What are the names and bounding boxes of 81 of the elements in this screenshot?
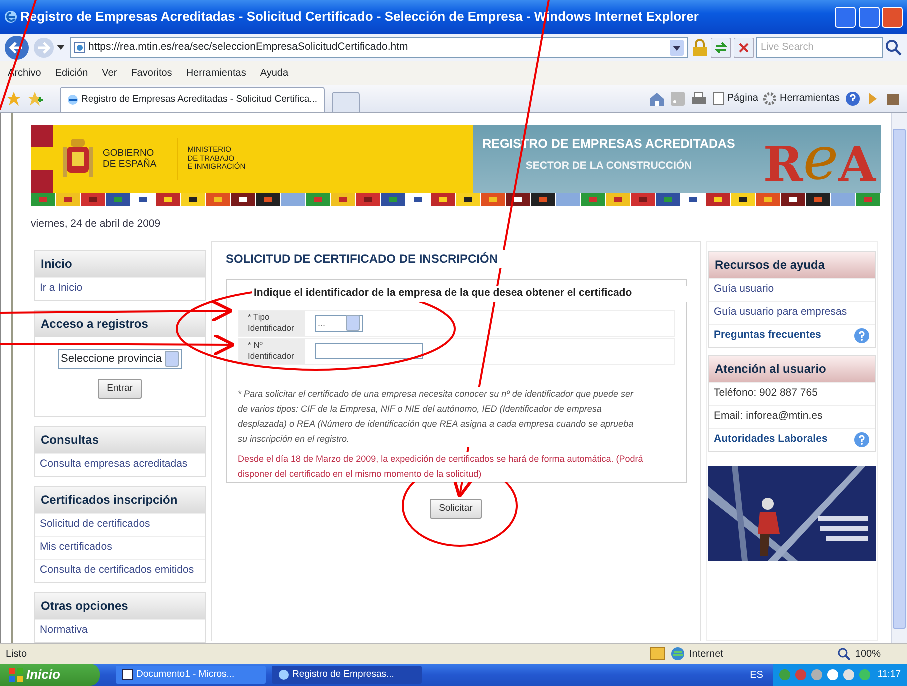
address-field[interactable]: https://rea.mtin.es/rea/sec/seleccionEmpresaSolicitudCertificado.htm xyxy=(70,37,688,58)
sidebar-link[interactable]: Consulta de certificados emitidos xyxy=(40,563,194,580)
section-heading: Consultas xyxy=(41,432,100,450)
menu-item[interactable]: Herramientas xyxy=(186,66,246,80)
tray-icon[interactable] xyxy=(843,669,856,681)
zoom-icon xyxy=(838,648,850,660)
browser-icon xyxy=(278,669,290,681)
document-icon xyxy=(122,669,134,681)
sidebar-link[interactable]: Guía usuario para empresas xyxy=(714,305,848,321)
section-heading: Inicio xyxy=(41,256,72,273)
browser-icon xyxy=(4,10,18,24)
clock: 11:17 xyxy=(878,668,901,682)
globe-icon xyxy=(670,647,684,661)
scrollbar[interactable] xyxy=(891,113,907,643)
help-icon[interactable] xyxy=(845,90,861,106)
contact-info: Email: inforea@mtin.es xyxy=(714,409,823,424)
feed-icon[interactable] xyxy=(670,92,685,106)
stop-icon[interactable] xyxy=(734,38,754,58)
dropdown-icon[interactable] xyxy=(670,40,684,56)
menu-item[interactable]: Ayuda xyxy=(260,66,289,80)
page-menu-button[interactable]: Página xyxy=(712,91,758,106)
zoom-level[interactable]: 100% xyxy=(855,646,881,662)
menu-item[interactable]: Ver xyxy=(102,66,118,80)
section-heading: Recursos de ayuda xyxy=(715,257,826,274)
tools-menu-button[interactable]: Herramientas xyxy=(763,91,840,106)
page-icon xyxy=(74,42,86,54)
dropdown-icon[interactable] xyxy=(57,44,65,50)
back-icon[interactable] xyxy=(4,34,30,60)
taskbar-button[interactable]: Documento1 - Micros... xyxy=(116,666,266,684)
refresh-icon[interactable] xyxy=(711,38,731,58)
help-icon[interactable] xyxy=(854,432,870,448)
security-icon xyxy=(650,647,666,661)
number-input[interactable] xyxy=(315,343,423,360)
zone-text: Internet xyxy=(690,648,724,662)
sidebar-link[interactable]: Mis certificados xyxy=(40,540,112,556)
sidebar-link[interactable]: Guía usuario xyxy=(714,282,774,298)
section-heading: Otras opciones xyxy=(41,598,128,616)
sidebar-link[interactable]: Preguntas frecuentes xyxy=(714,328,822,344)
government-name: GOBIERNO DE ESPAÑA xyxy=(103,148,157,170)
section-heading: Certificados inscripción xyxy=(41,492,178,510)
gear-icon xyxy=(763,92,778,106)
section-heading: Atención al usuario xyxy=(715,361,826,378)
search-icon[interactable] xyxy=(885,38,903,56)
sidebar-link[interactable]: Ir a Inicio xyxy=(40,281,83,297)
date-text: viernes, 24 de abril de 2009 xyxy=(31,217,162,231)
sidebar-link[interactable]: Autoridades Laborales xyxy=(714,432,828,448)
submit-button[interactable]: Solicitar xyxy=(430,499,482,520)
field-label: * Nº Identificador xyxy=(239,338,305,364)
home-icon[interactable] xyxy=(648,90,666,106)
sidebar-link[interactable]: Solicitud de certificados xyxy=(40,517,150,534)
browser-icon xyxy=(67,94,79,106)
lock-icon xyxy=(690,38,708,56)
help-icon[interactable] xyxy=(854,328,870,344)
sidebar-link[interactable]: Consulta empresas acreditadas xyxy=(40,457,188,474)
maximize-button[interactable] xyxy=(858,6,880,28)
province-select[interactable]: Seleccione provincia xyxy=(58,349,182,369)
logo: ReA xyxy=(763,129,876,189)
form-legend: Indique el identificador de la empresa de la que desea obtener el certificado xyxy=(252,286,689,302)
menu-item[interactable]: Edición xyxy=(55,66,88,80)
flag-drawing xyxy=(31,125,53,193)
windows-icon xyxy=(8,667,24,683)
status-text: Listo xyxy=(6,648,28,662)
browser-tab[interactable]: Registro de Empresas Acreditadas - Solicitud Certifica... xyxy=(60,87,325,112)
type-select[interactable]: ... xyxy=(315,314,363,332)
menu-item[interactable]: Favoritos xyxy=(131,66,172,80)
language-indicator[interactable]: ES xyxy=(750,668,764,682)
sidebar-link[interactable]: Normativa xyxy=(40,623,88,640)
section-heading: Acceso a registros xyxy=(41,316,148,333)
enter-button[interactable]: Entrar xyxy=(98,379,142,400)
minimize-button[interactable] xyxy=(835,6,856,28)
page-icon xyxy=(712,92,725,106)
print-icon[interactable] xyxy=(690,90,708,106)
contact-info: Teléfono: 902 887 765 xyxy=(714,386,818,402)
new-tab-button[interactable] xyxy=(332,92,360,112)
tray-icon[interactable] xyxy=(827,669,840,681)
close-button[interactable] xyxy=(882,6,903,28)
field-label: * Tipo Identificador xyxy=(239,310,305,336)
site-subtitle: SECTOR DE LA CONSTRUCCIÓN xyxy=(526,158,692,174)
favorites-star-icon[interactable] xyxy=(6,90,22,106)
taskbar-button[interactable]: Registro de Empresas... xyxy=(272,666,422,684)
add-favorite-icon[interactable] xyxy=(27,90,43,106)
